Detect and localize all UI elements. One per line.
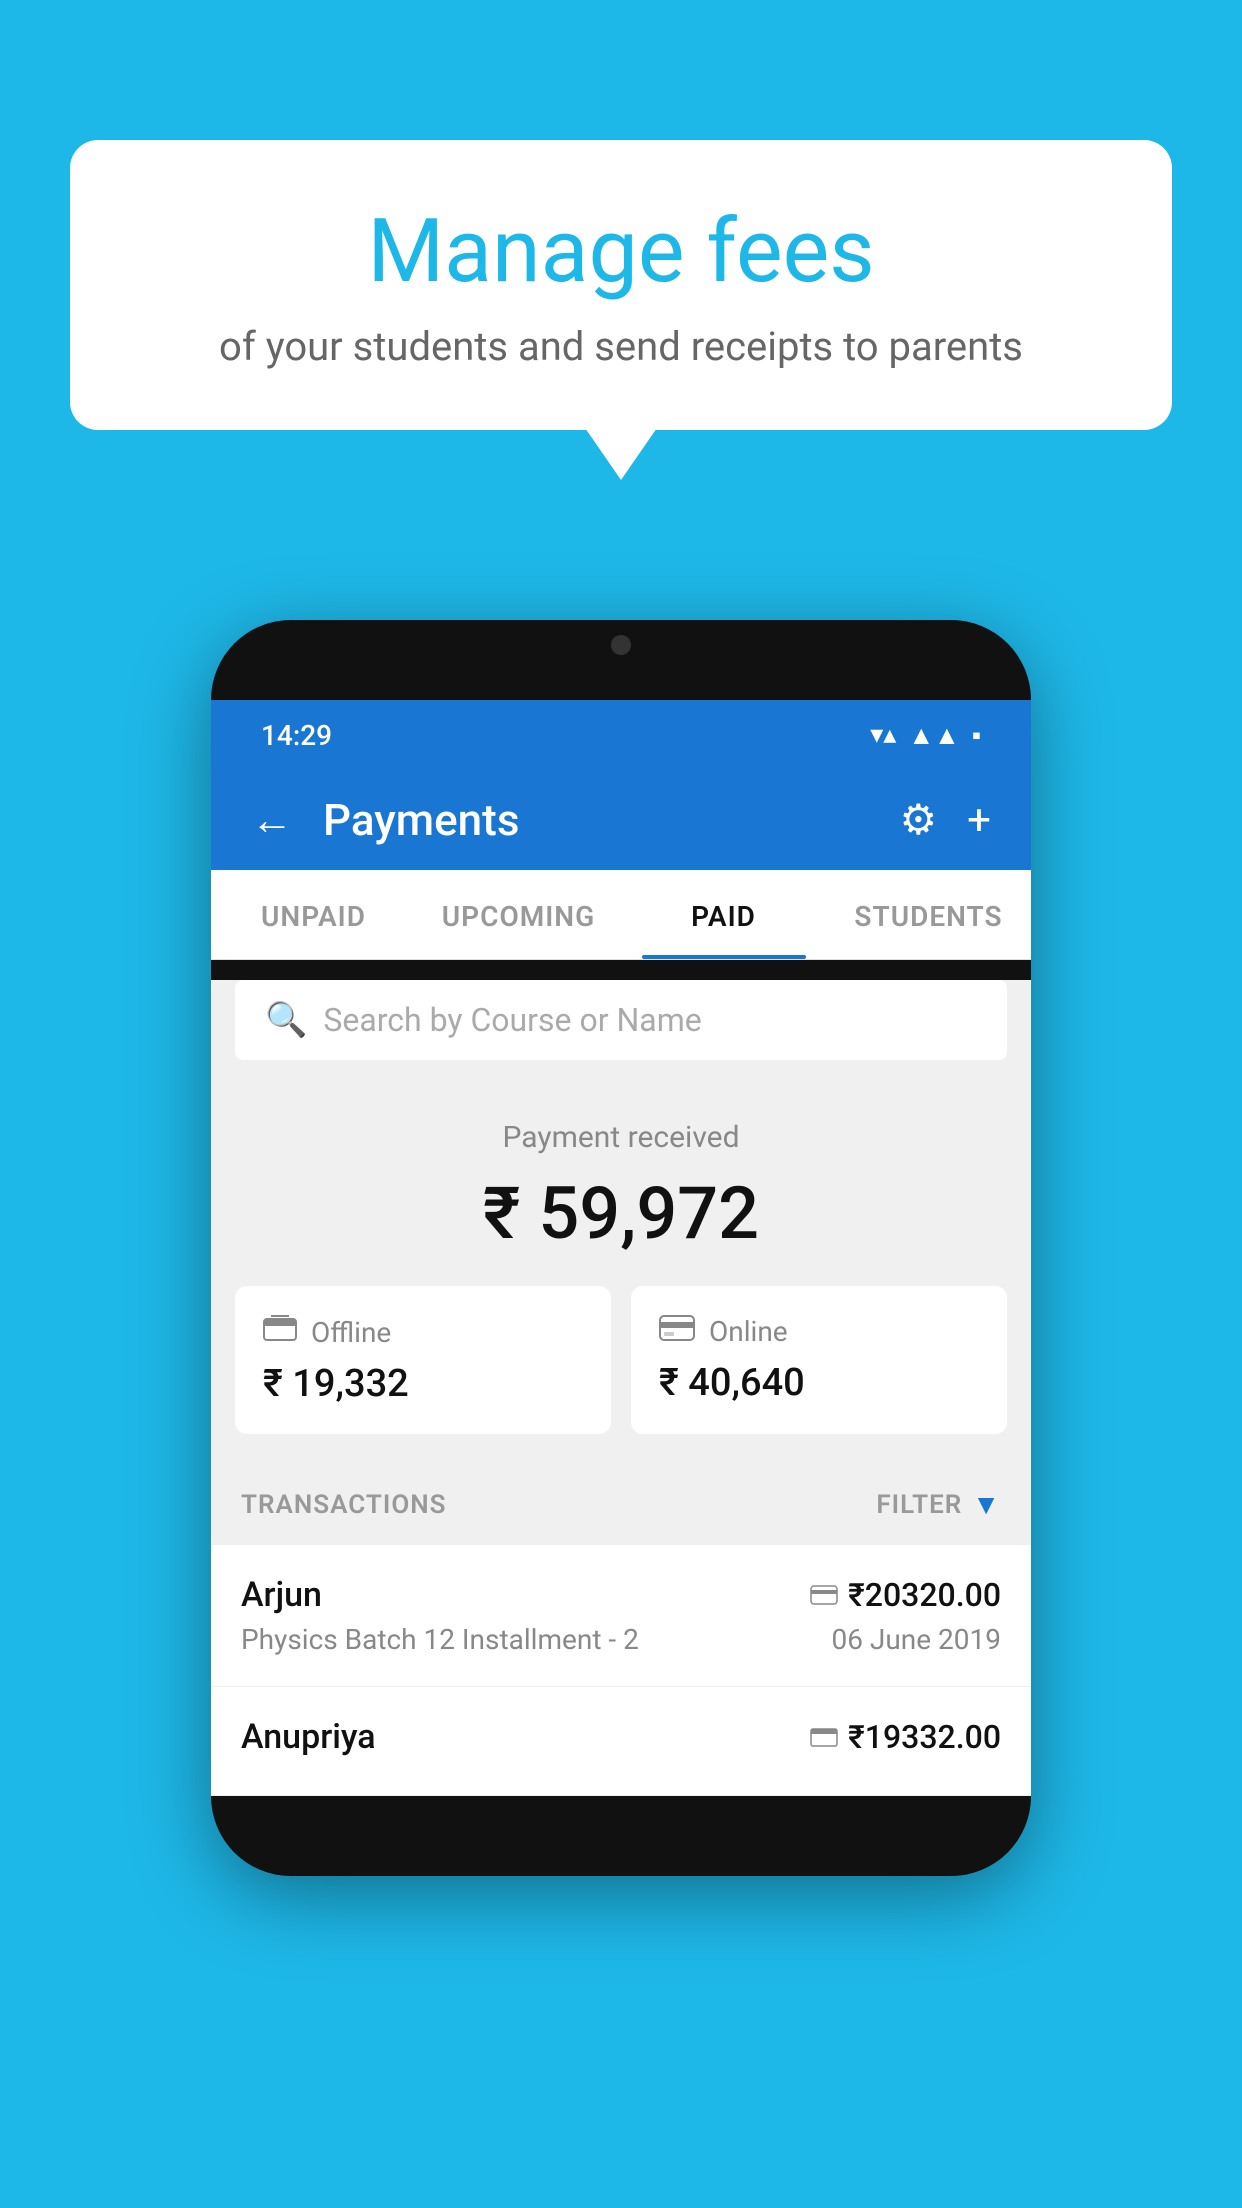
- online-payment-card: Online ₹ 40,640: [631, 1286, 1007, 1434]
- status-icons: ▾▴ ▲▲ ▪: [870, 720, 981, 751]
- offline-card-header: Offline: [263, 1314, 583, 1350]
- transaction-name: Anupriya: [241, 1717, 376, 1757]
- search-input[interactable]: Search by Course or Name: [323, 1001, 701, 1039]
- transaction-date: 06 June 2019: [831, 1623, 1001, 1656]
- offline-mode-icon: [810, 1721, 838, 1754]
- tab-upcoming[interactable]: UPCOMING: [416, 870, 621, 959]
- transaction-amount: ₹19332.00: [848, 1718, 1001, 1756]
- settings-button[interactable]: ⚙: [900, 795, 938, 845]
- offline-icon: [263, 1314, 297, 1350]
- online-card-header: Online: [659, 1314, 979, 1349]
- page-title: Payments: [323, 794, 870, 846]
- filter-icon: ▼: [972, 1488, 1001, 1521]
- search-icon: 🔍: [265, 1000, 307, 1040]
- phone-frame: 14:29 ▾▴ ▲▲ ▪ ← Payments ⚙ + UNPAID: [211, 620, 1031, 1876]
- transaction-row[interactable]: Arjun ₹20320.00: [211, 1545, 1031, 1687]
- transaction-amount-wrap: ₹20320.00: [810, 1576, 1001, 1614]
- transaction-top: Anupriya ₹19332.00: [241, 1717, 1001, 1757]
- app-header: ← Payments ⚙ +: [211, 770, 1031, 870]
- tab-paid[interactable]: PAID: [621, 870, 826, 959]
- search-bar[interactable]: 🔍 Search by Course or Name: [235, 980, 1007, 1060]
- payment-received-section: Payment received ₹ 59,972: [211, 1080, 1031, 1286]
- header-actions: ⚙ +: [900, 795, 992, 845]
- online-amount: ₹ 40,640: [659, 1361, 979, 1405]
- screen-content: 🔍 Search by Course or Name Payment recei…: [211, 980, 1031, 1796]
- offline-label: Offline: [311, 1316, 391, 1349]
- speech-bubble: Manage fees of your students and send re…: [70, 140, 1172, 430]
- transaction-amount-wrap: ₹19332.00: [810, 1718, 1001, 1756]
- transactions-label: TRANSACTIONS: [241, 1490, 447, 1520]
- back-button[interactable]: ←: [251, 796, 293, 845]
- transactions-header: TRANSACTIONS FILTER ▼: [211, 1464, 1031, 1545]
- online-icon: [659, 1314, 695, 1349]
- phone-notch: [541, 620, 701, 670]
- transaction-top: Arjun ₹20320.00: [241, 1575, 1001, 1615]
- phone-top-frame: [211, 620, 1031, 700]
- transaction-name: Arjun: [241, 1575, 322, 1615]
- add-button[interactable]: +: [967, 796, 991, 845]
- status-bar: 14:29 ▾▴ ▲▲ ▪: [211, 700, 1031, 770]
- promo-section: Manage fees of your students and send re…: [70, 140, 1172, 430]
- tab-students[interactable]: STUDENTS: [826, 870, 1031, 959]
- bubble-subtitle: of your students and send receipts to pa…: [150, 323, 1092, 370]
- offline-amount: ₹ 19,332: [263, 1362, 583, 1406]
- online-mode-icon: [810, 1579, 838, 1612]
- payment-cards-row: Offline ₹ 19,332: [211, 1286, 1031, 1464]
- transaction-row[interactable]: Anupriya ₹19332.00: [211, 1687, 1031, 1796]
- transaction-bottom: Physics Batch 12 Installment - 2 06 June…: [241, 1623, 1001, 1656]
- signal-icon: ▲▲: [908, 720, 959, 751]
- transaction-course: Physics Batch 12 Installment - 2: [241, 1623, 639, 1656]
- payment-received-amount: ₹ 59,972: [235, 1171, 1007, 1256]
- offline-payment-card: Offline ₹ 19,332: [235, 1286, 611, 1434]
- bubble-title: Manage fees: [150, 200, 1092, 303]
- filter-button[interactable]: FILTER ▼: [876, 1488, 1001, 1521]
- transaction-amount: ₹20320.00: [848, 1576, 1001, 1614]
- tabs-bar: UNPAID UPCOMING PAID STUDENTS: [211, 870, 1031, 960]
- front-camera: [611, 635, 631, 655]
- status-time: 14:29: [261, 719, 332, 752]
- battery-icon: ▪: [972, 720, 981, 751]
- wifi-icon: ▾▴: [870, 720, 896, 750]
- tab-unpaid[interactable]: UNPAID: [211, 870, 416, 959]
- online-label: Online: [709, 1315, 788, 1348]
- phone-mockup: 14:29 ▾▴ ▲▲ ▪ ← Payments ⚙ + UNPAID: [211, 620, 1031, 1876]
- phone-screen: 14:29 ▾▴ ▲▲ ▪ ← Payments ⚙ + UNPAID: [211, 700, 1031, 1796]
- payment-received-label: Payment received: [235, 1120, 1007, 1155]
- phone-bottom-frame: [211, 1796, 1031, 1876]
